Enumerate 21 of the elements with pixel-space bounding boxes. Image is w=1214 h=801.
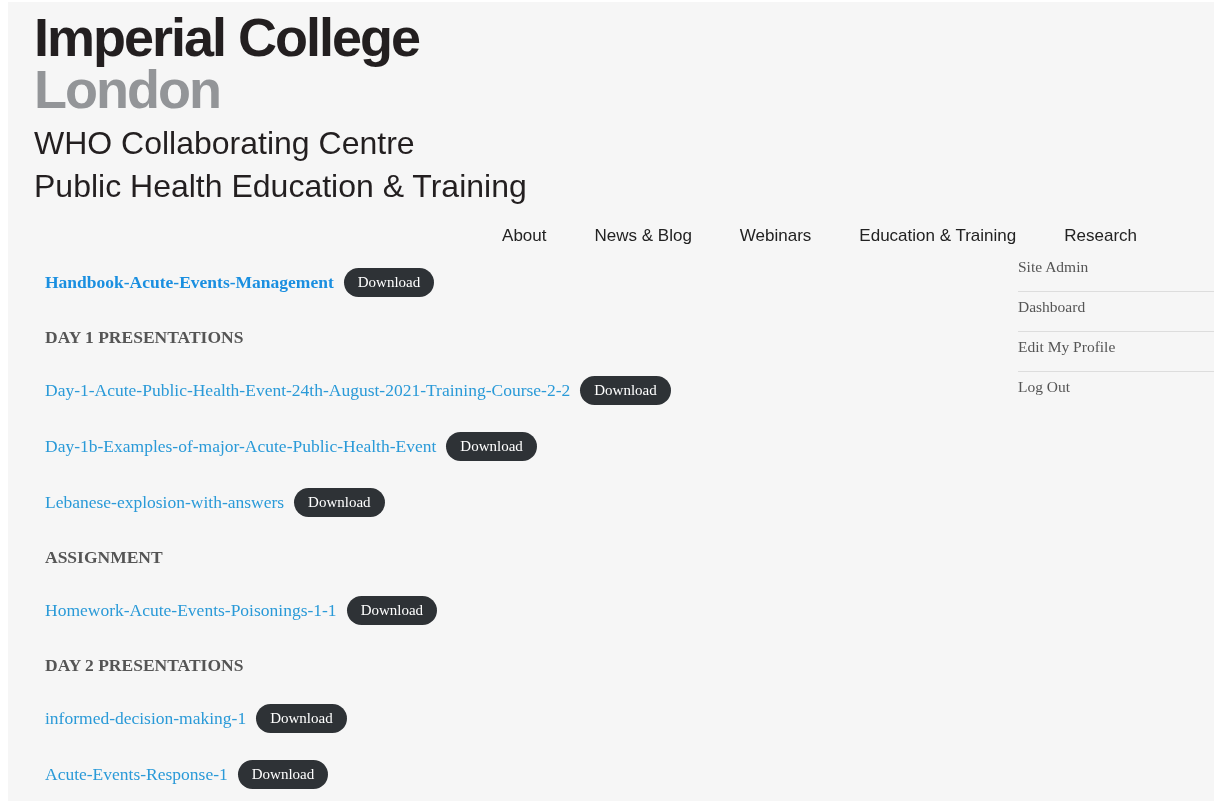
section-heading: DAY 1 PRESENTATIONS <box>45 326 245 349</box>
sidebar-link[interactable]: Log Out <box>1018 372 1214 411</box>
nav-link[interactable]: Research <box>1064 226 1137 246</box>
nav-link[interactable]: Webinars <box>739 226 812 246</box>
download-button[interactable]: Download <box>343 267 435 297</box>
download-button[interactable]: Download <box>237 759 329 789</box>
sidebar-link[interactable]: Edit My Profile <box>1018 332 1214 372</box>
section-heading: DAY 2 PRESENTATIONS <box>45 654 245 677</box>
nav-link[interactable]: Education & Training <box>859 226 1017 246</box>
download-button[interactable]: Download <box>294 487 385 517</box>
nav-link[interactable]: News & Blog <box>594 226 692 246</box>
download-button[interactable]: Download <box>256 703 347 733</box>
download-button[interactable]: Download <box>346 595 438 625</box>
site-tagline: WHO Collaborating Centre <box>34 124 415 163</box>
sidebar-link[interactable]: Site Admin <box>1018 252 1214 292</box>
section-heading: ASSIGNMENT <box>45 546 164 569</box>
site-tagline: Public Health Education & Training <box>34 167 527 206</box>
sidebar-link[interactable]: Dashboard <box>1018 292 1214 332</box>
download-button[interactable]: Download <box>446 431 537 461</box>
nav-link[interactable]: About <box>502 226 547 246</box>
download-button[interactable]: Download <box>580 375 671 405</box>
